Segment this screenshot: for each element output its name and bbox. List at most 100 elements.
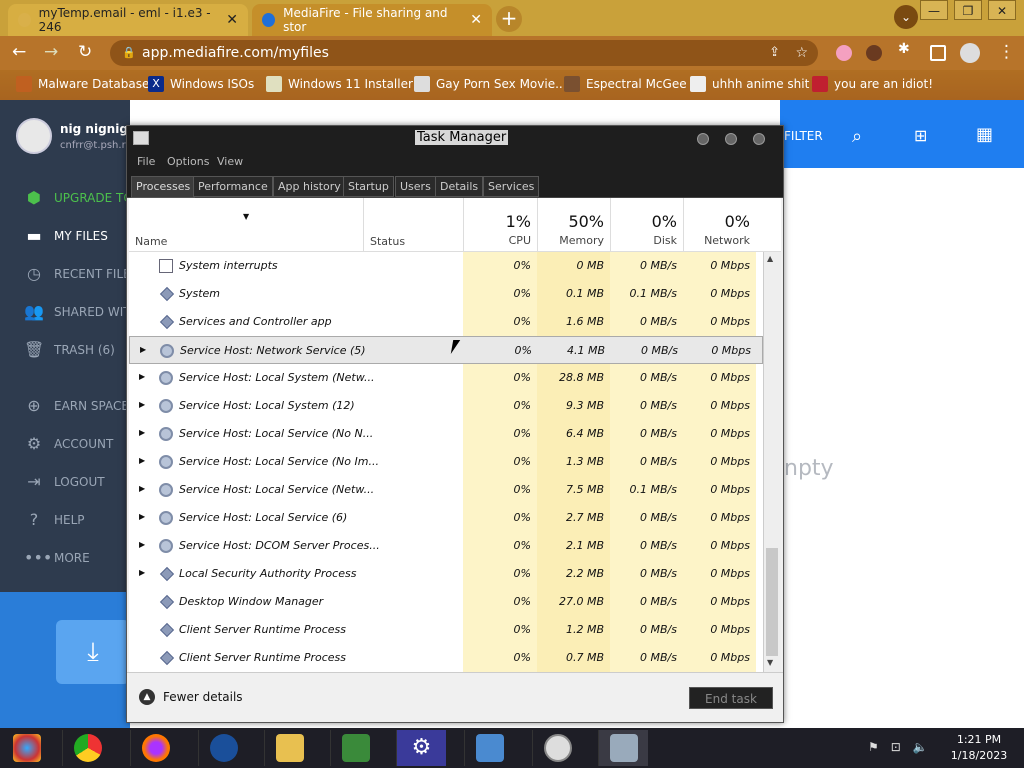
- start-button[interactable]: [2, 730, 52, 766]
- menu-file[interactable]: File: [137, 155, 155, 168]
- table-row[interactable]: Desktop Window Manager 0% 27.0 MB 0 MB/s 0 M…: [129, 588, 763, 616]
- close-button[interactable]: [753, 133, 765, 145]
- user-profile[interactable]: nig nignig cnfrr@t.psh.r: [16, 118, 128, 154]
- table-row[interactable]: System 0% 0.1 MB 0.1 MB/s 0 Mbps: [129, 280, 763, 308]
- expand-arrow-icon[interactable]: ▶: [140, 345, 146, 354]
- taskbar-people[interactable]: [330, 730, 380, 766]
- tab-search-chevron-icon[interactable]: ⌄: [894, 5, 918, 29]
- grid-view-icon[interactable]: ▦: [976, 124, 993, 145]
- nav-shared-with[interactable]: 👥 SHARED WITH: [24, 302, 140, 322]
- minimize-button[interactable]: [697, 133, 709, 145]
- flag-icon[interactable]: ⚑: [868, 740, 879, 754]
- close-tab-icon[interactable]: ✕: [226, 12, 238, 28]
- scroll-thumb[interactable]: [766, 548, 778, 656]
- table-row[interactable]: System interrupts 0% 0 MB 0 MB/s 0 Mbps: [129, 252, 763, 280]
- bookmark-you-are-an-idiot[interactable]: you are an idiot!: [812, 76, 933, 92]
- expand-arrow-icon[interactable]: ▶: [139, 512, 145, 521]
- nav-earn-space[interactable]: ⊕ EARN SPACE: [24, 396, 129, 416]
- minimize-button[interactable]: —: [920, 0, 948, 20]
- column-disk[interactable]: 0% Disk: [610, 198, 683, 252]
- expand-arrow-icon[interactable]: ▶: [139, 568, 145, 577]
- table-row[interactable]: ▶ Service Host: Local Service (No N... 0% 6…: [129, 420, 763, 448]
- extension-flag-icon[interactable]: [836, 45, 852, 61]
- column-network[interactable]: 0% Network: [683, 198, 756, 252]
- bookmark-gay-porn[interactable]: Gay Porn Sex Movie...: [414, 76, 567, 92]
- profile-icon[interactable]: [960, 43, 980, 63]
- expand-arrow-icon[interactable]: ▶: [139, 400, 145, 409]
- share-icon[interactable]: ⇪: [769, 40, 780, 66]
- download-promo[interactable]: ⤓: [0, 592, 130, 728]
- taskbar-compass[interactable]: [532, 730, 582, 766]
- fewer-details-button[interactable]: ▲ Fewer details: [139, 689, 243, 705]
- tab-users[interactable]: Users: [395, 176, 436, 197]
- nav-recent-files[interactable]: ◷ RECENT FILES: [24, 264, 138, 284]
- table-row[interactable]: ▶ Service Host: Local Service (Netw... 0% 7…: [129, 476, 763, 504]
- nav-help[interactable]: ? HELP: [24, 510, 85, 530]
- search-icon[interactable]: ⌕: [852, 126, 862, 147]
- volume-icon[interactable]: 🔈: [913, 740, 928, 754]
- restore-button[interactable]: ❐: [954, 0, 982, 20]
- expand-arrow-icon[interactable]: ▶: [139, 372, 145, 381]
- nav-logout[interactable]: ⇥ LOGOUT: [24, 472, 104, 492]
- table-row[interactable]: ▶ Service Host: Local Service (6) 0% 2.7 MB…: [129, 504, 763, 532]
- new-tab-button[interactable]: +: [496, 6, 522, 32]
- taskbar-chrome[interactable]: [62, 730, 112, 766]
- nav-upgrade[interactable]: ⬢ UPGRADE TO: [24, 188, 133, 208]
- menu-view[interactable]: View: [217, 155, 243, 168]
- tab-processes[interactable]: Processes: [131, 176, 196, 198]
- close-window-button[interactable]: ✕: [988, 0, 1016, 20]
- table-row[interactable]: Client Server Runtime Process 0% 0.7 MB 0 M…: [129, 644, 763, 672]
- table-row[interactable]: ▶ Local Security Authority Process 0% 2.2 M…: [129, 560, 763, 588]
- column-name[interactable]: Name: [135, 235, 167, 248]
- nav-my-files[interactable]: ▬ MY FILES: [24, 226, 107, 246]
- browser-tab-mediafire[interactable]: MediaFire - File sharing and stor ✕: [252, 4, 492, 36]
- nav-account[interactable]: ⚙ ACCOUNT: [24, 434, 113, 454]
- expand-arrow-icon[interactable]: ▶: [139, 456, 145, 465]
- nav-more[interactable]: ••• MORE: [24, 548, 90, 568]
- tab-startup[interactable]: Startup: [343, 176, 394, 197]
- table-row[interactable]: Services and Controller app 0% 1.6 MB 0 MB/…: [129, 308, 763, 336]
- maximize-button[interactable]: [725, 133, 737, 145]
- menu-options[interactable]: Options: [167, 155, 209, 168]
- tab-services[interactable]: Services: [483, 176, 540, 197]
- scroll-down-arrow-icon[interactable]: ▼: [767, 658, 773, 667]
- back-arrow-icon[interactable]: ←: [12, 42, 26, 62]
- bookmark-star-icon[interactable]: ☆: [795, 40, 808, 66]
- scroll-up-arrow-icon[interactable]: ▲: [767, 254, 773, 263]
- scrollbar[interactable]: ▲ ▼: [763, 252, 781, 672]
- table-row[interactable]: ▶ Service Host: Local System (Netw... 0% 28…: [129, 364, 763, 392]
- forward-arrow-icon[interactable]: →: [44, 42, 58, 62]
- end-task-button[interactable]: End task: [689, 687, 773, 709]
- taskbar-firefox[interactable]: [130, 730, 180, 766]
- column-memory[interactable]: 50% Memory: [537, 198, 610, 252]
- taskbar-photos[interactable]: [464, 730, 514, 766]
- bookmark-espectral-mcgee[interactable]: Espectral McGee: [564, 76, 687, 92]
- reload-icon[interactable]: ↻: [78, 42, 92, 62]
- column-cpu[interactable]: 1% CPU: [463, 198, 537, 252]
- taskbar-file-explorer[interactable]: [264, 730, 314, 766]
- expand-arrow-icon[interactable]: ▶: [139, 484, 145, 493]
- tab-app-history[interactable]: App history: [273, 176, 346, 197]
- expand-arrow-icon[interactable]: ▶: [139, 540, 145, 549]
- close-tab-icon[interactable]: ✕: [470, 12, 482, 28]
- filter-button[interactable]: FILTER: [784, 129, 823, 143]
- taskbar-task-manager[interactable]: [598, 730, 648, 766]
- taskbar-obama[interactable]: [198, 730, 248, 766]
- table-row[interactable]: ▶ Service Host: Network Service (5) 0% 4.1 …: [129, 336, 763, 364]
- extensions-puzzle-icon[interactable]: ✱: [898, 41, 914, 57]
- side-panel-icon[interactable]: [930, 45, 946, 61]
- table-row[interactable]: ▶ Service Host: DCOM Server Proces... 0% 2.…: [129, 532, 763, 560]
- table-row[interactable]: ▶ Service Host: Local Service (No Im... 0%…: [129, 448, 763, 476]
- bookmark-windows-11-installer[interactable]: Windows 11 Installer: [266, 76, 413, 92]
- bookmark-windows-isos[interactable]: X Windows ISOs: [148, 76, 254, 92]
- taskbar-clock[interactable]: 1:21 PM 1/18/2023: [944, 732, 1014, 764]
- taskbar-settings[interactable]: ⚙: [396, 730, 446, 766]
- menu-kebab-icon[interactable]: ⋮: [998, 42, 1015, 62]
- address-bar[interactable]: 🔒 app.mediafire.com/myfiles ⇪ ☆: [110, 40, 818, 66]
- bookmark-malware-database[interactable]: Malware Database: [16, 76, 149, 92]
- bookmark-anime[interactable]: uhhh anime shit: [690, 76, 809, 92]
- tab-details[interactable]: Details: [435, 176, 484, 197]
- network-icon[interactable]: ⊡: [891, 740, 901, 754]
- nav-trash[interactable]: 🗑 TRASH (6): [24, 340, 115, 360]
- browser-tab-mytemp[interactable]: myTemp.email - eml - i1.e3 - 246 ✕: [8, 4, 248, 36]
